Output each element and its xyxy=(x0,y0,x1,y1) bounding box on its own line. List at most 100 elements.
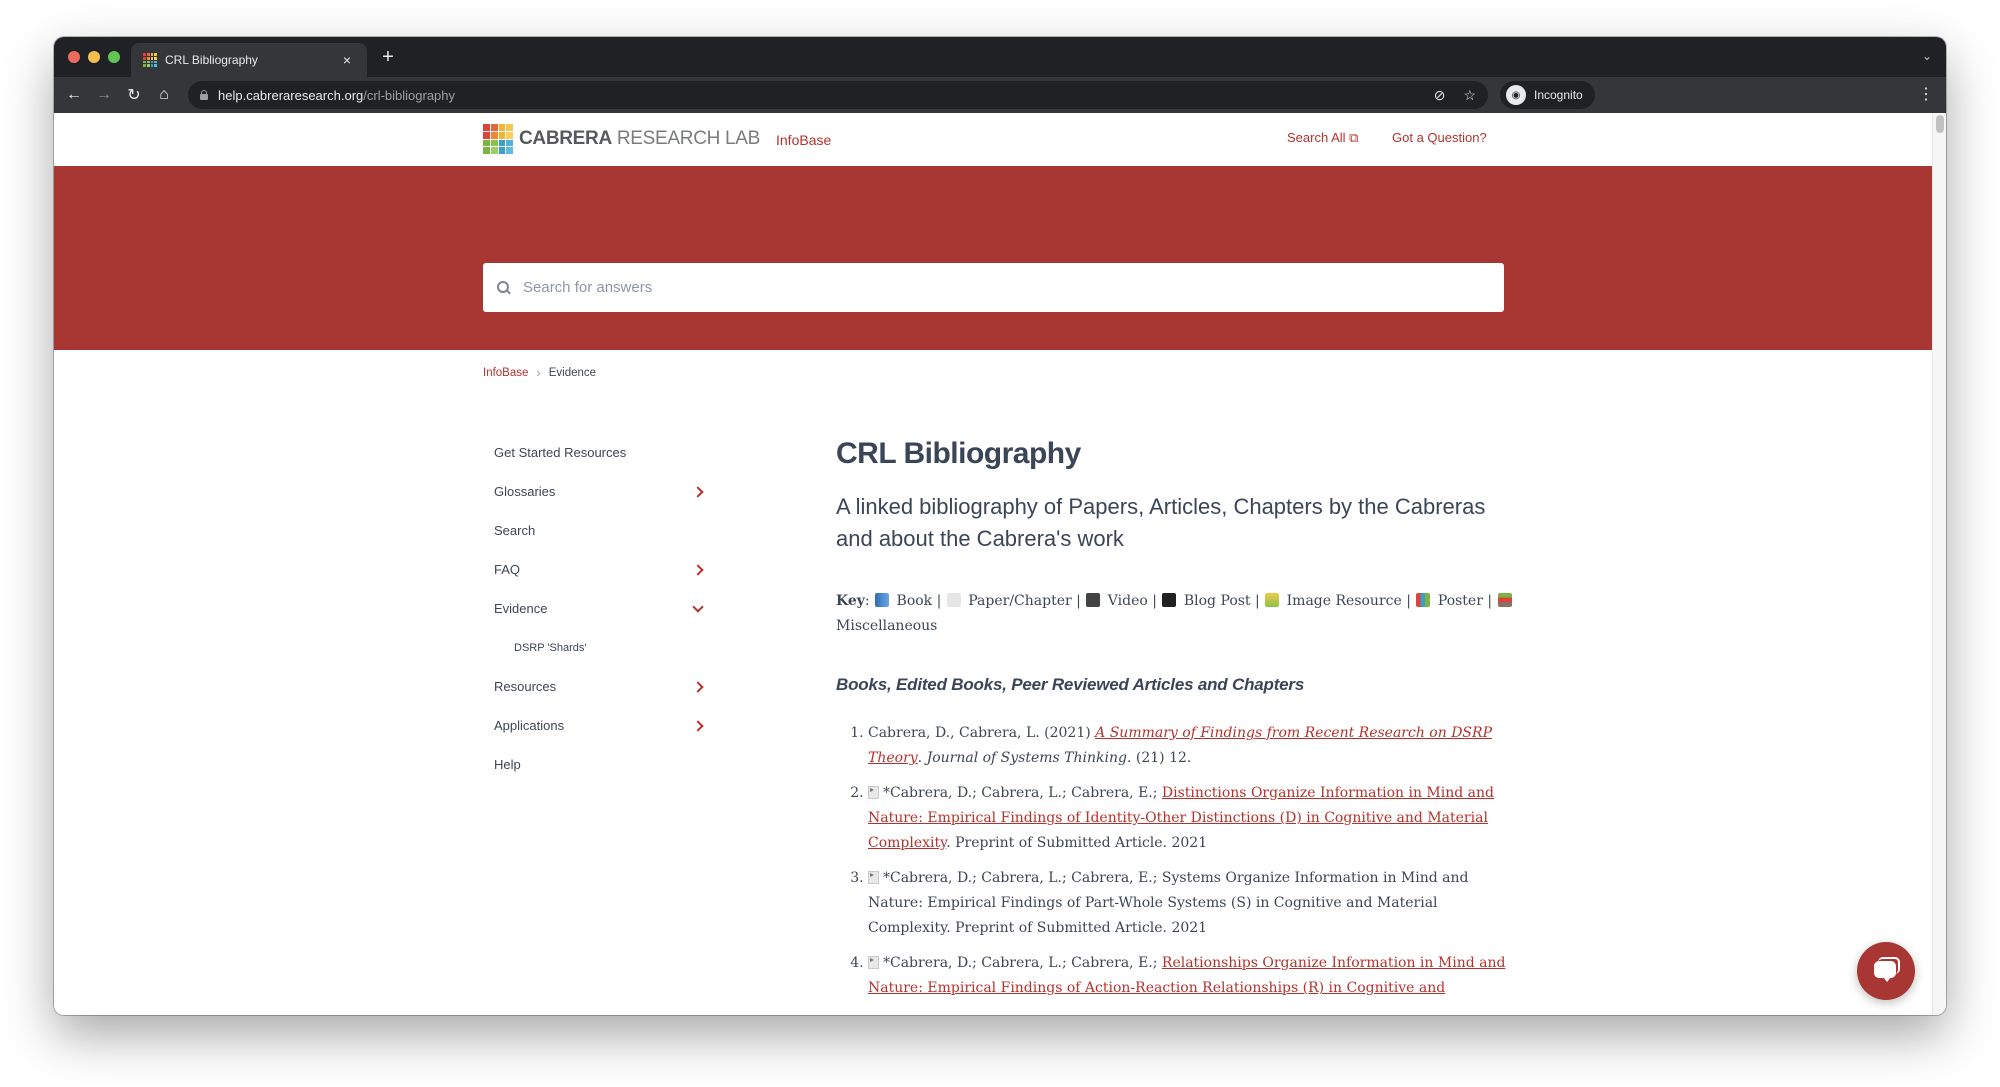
chevron-right-icon[interactable] xyxy=(691,484,705,498)
sidebar-item-faq[interactable]: FAQ xyxy=(483,550,713,589)
back-arrow-icon[interactable]: ← xyxy=(62,83,86,107)
page-scrollbar[interactable] xyxy=(1932,113,1946,1015)
entry-authors: Cabrera, D., Cabrera, L. (2021) xyxy=(868,725,1096,741)
sidebar-item-dsrp-shards[interactable]: DSRP 'Shards' xyxy=(483,628,713,667)
entry-tail: (21) 12. xyxy=(1131,750,1192,766)
entry-after-link: . xyxy=(917,750,927,766)
cabrera-research-lab-logo[interactable]: CABRERA RESEARCH LAB xyxy=(483,124,760,154)
bibliography-list: Cabrera, D., Cabrera, L. (2021) A Summar… xyxy=(836,721,1516,1001)
chevron-right-icon[interactable] xyxy=(691,718,705,732)
chevron-right-icon[interactable] xyxy=(691,562,705,576)
sidebar-item-applications[interactable]: Applications xyxy=(483,706,713,745)
bibliography-entry: *Cabrera, D.; Cabrera, L.; Cabrera, E.; … xyxy=(868,951,1516,1001)
sidebar-nav: Get Started Resources Glossaries Search FAQ… xyxy=(483,433,713,784)
close-window-button[interactable] xyxy=(68,51,80,63)
key-item-label: Miscellaneous xyxy=(836,618,938,634)
image-icon xyxy=(1265,593,1280,607)
key-item-label: Blog Post xyxy=(1179,593,1251,609)
sidebar-item-help[interactable]: Help xyxy=(483,745,713,784)
incognito-icon: ◉ xyxy=(1506,85,1526,105)
site-header: CABRERA RESEARCH LAB InfoBase Search All… xyxy=(54,113,1932,166)
nav-got-a-question-link[interactable]: Got a Question? xyxy=(1392,130,1487,145)
url-text[interactable]: help.cabreraresearch.org/crl-bibliograph… xyxy=(218,88,455,103)
star-bookmark-icon[interactable]: ☆ xyxy=(1463,87,1476,104)
key-item-label: Poster xyxy=(1433,593,1483,609)
sidebar-item-label: Get Started Resources xyxy=(494,445,627,460)
hero-banner xyxy=(54,166,1932,350)
url-host: help.cabreraresearch.org xyxy=(218,87,364,103)
search-box[interactable] xyxy=(483,263,1504,312)
sidebar-item-label: Applications xyxy=(494,718,565,733)
tab-crl-bibliography[interactable]: CRL Bibliography × xyxy=(131,43,367,77)
sidebar-item-label: Evidence xyxy=(494,601,548,616)
eye-off-icon[interactable]: ⊘ xyxy=(1434,87,1446,104)
section-heading: Books, Edited Books, Peer Reviewed Artic… xyxy=(836,675,1305,694)
chevron-right-icon[interactable] xyxy=(691,679,705,693)
sidebar-item-label: Help xyxy=(494,757,521,772)
paper-icon xyxy=(868,871,879,884)
nav-search-all-link[interactable]: Search All ⧉ xyxy=(1287,130,1358,146)
bibliography-entry: Cabrera, D., Cabrera, L. (2021) A Summar… xyxy=(868,721,1516,771)
tab-search-chevron-icon[interactable]: ⌄ xyxy=(1922,49,1932,63)
lock-icon xyxy=(200,90,208,100)
monitor-icon xyxy=(1162,593,1177,607)
key-item-label: Image Resource xyxy=(1282,593,1402,609)
page-subtitle: A linked bibliography of Papers, Article… xyxy=(836,494,1486,551)
paper-icon xyxy=(868,786,879,799)
search-input[interactable] xyxy=(523,279,1504,296)
browser-menu-icon[interactable]: ⋮ xyxy=(1918,85,1934,105)
key-item-label: Book xyxy=(892,593,933,609)
url-path: /crl-bibliography xyxy=(363,87,456,103)
logo-text: CABRERA RESEARCH LAB xyxy=(519,128,761,149)
video-camera-icon xyxy=(1086,593,1101,607)
chat-launcher-button[interactable] xyxy=(1857,942,1915,1000)
paper-icon xyxy=(868,956,879,969)
sidebar-item-get-started-resources[interactable]: Get Started Resources xyxy=(483,433,713,472)
page-title: CRL Bibliography xyxy=(836,437,1081,470)
close-tab-icon[interactable]: × xyxy=(335,52,359,68)
key-item-label: Video xyxy=(1103,593,1148,609)
bar-chart-icon xyxy=(1416,593,1431,607)
entry-authors: *Cabrera, D.; Cabrera, L.; Cabrera, E.; xyxy=(883,955,1162,971)
entry-journal: Journal of Systems Thinking. xyxy=(926,750,1132,766)
sidebar-item-resources[interactable]: Resources xyxy=(483,667,713,706)
minimize-window-button[interactable] xyxy=(88,51,100,63)
browser-toolbar: ← → ↻ ⌂ help.cabreraresearch.org/crl-bib… xyxy=(54,77,1946,113)
sidebar-item-glossaries[interactable]: Glossaries xyxy=(483,472,713,511)
profile-label: Incognito xyxy=(1534,88,1583,102)
home-icon[interactable]: ⌂ xyxy=(152,83,176,107)
icon-key: Key: Book | Paper/Chapter | Video | Blog… xyxy=(836,589,1516,639)
chat-bubble-tail xyxy=(1883,977,1891,982)
scrollbar-thumb[interactable] xyxy=(1936,115,1944,133)
profile-incognito-button[interactable]: ◉ Incognito xyxy=(1500,81,1595,109)
key-item-label: Paper/Chapter xyxy=(963,593,1072,609)
browser-window: CRL Bibliography × + ⌄ ← → ↻ ⌂ help.cabr… xyxy=(54,37,1946,1015)
books-stack-icon xyxy=(1497,593,1512,607)
address-bar[interactable]: help.cabreraresearch.org/crl-bibliograph… xyxy=(188,81,1488,109)
key-label: Key xyxy=(836,593,865,609)
entry-authors: *Cabrera, D.; Cabrera, L.; Cabrera, E.; xyxy=(883,785,1162,801)
maximize-window-button[interactable] xyxy=(108,51,120,63)
entry-after-link: . Preprint of Submitted Article. 2021 xyxy=(946,835,1208,851)
favicon-icon xyxy=(143,53,157,67)
breadcrumb-evidence: Evidence xyxy=(548,366,597,379)
tab-strip: CRL Bibliography × + ⌄ xyxy=(54,37,1946,77)
book-icon xyxy=(875,593,890,607)
chevron-down-icon[interactable] xyxy=(691,601,705,615)
nav-infobase-link[interactable]: InfoBase xyxy=(776,132,831,148)
new-tab-button[interactable]: + xyxy=(376,46,400,69)
bibliography-entry: *Cabrera, D.; Cabrera, L.; Cabrera, E.; … xyxy=(868,866,1516,941)
bibliography-entry: *Cabrera, D.; Cabrera, L.; Cabrera, E.; … xyxy=(868,781,1516,856)
sidebar-item-search[interactable]: Search xyxy=(483,511,713,550)
breadcrumb-separator-icon: › xyxy=(536,365,541,380)
sidebar-item-evidence[interactable]: Evidence xyxy=(483,589,713,628)
reload-icon[interactable]: ↻ xyxy=(122,83,146,107)
forward-arrow-icon[interactable]: → xyxy=(92,83,116,107)
sidebar-item-label: Resources xyxy=(494,679,557,694)
logo-grid-icon xyxy=(483,124,513,154)
article-content: CRL Bibliography A linked bibliography o… xyxy=(836,433,1516,1011)
paper-icon xyxy=(946,593,961,607)
sidebar-item-label: FAQ xyxy=(494,562,521,577)
page-viewport: CABRERA RESEARCH LAB InfoBase Search All… xyxy=(54,113,1932,1015)
breadcrumb-infobase[interactable]: InfoBase xyxy=(483,367,528,379)
